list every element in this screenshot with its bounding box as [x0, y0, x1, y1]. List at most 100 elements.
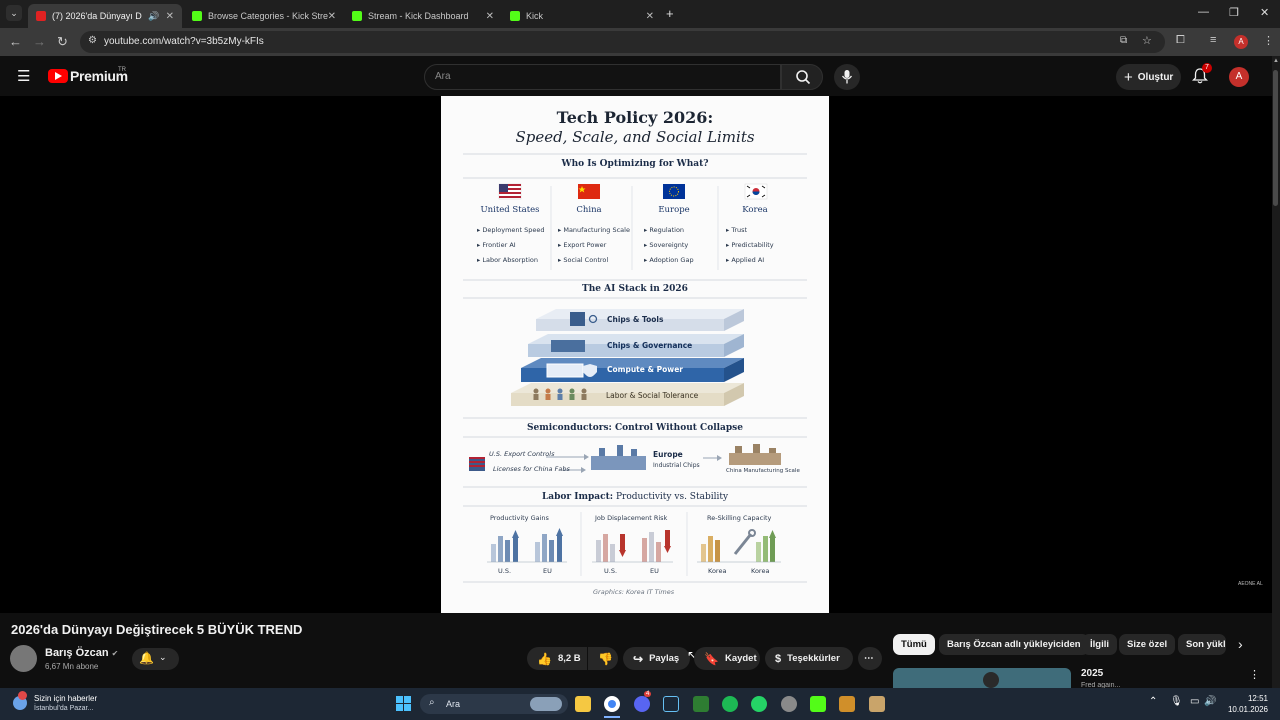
more-icon: ⋯ — [864, 653, 874, 664]
thanks-button[interactable]: $ Teşekkürler — [765, 647, 853, 670]
scroll-up-icon[interactable]: ▲ — [1273, 58, 1279, 64]
tab-close-icon[interactable]: ✕ — [166, 11, 174, 22]
labor-label-us-2: U.S. — [604, 567, 618, 575]
recommendation-menu-icon[interactable]: ⋮ — [1249, 668, 1260, 681]
account-avatar[interactable]: A — [1229, 67, 1249, 87]
building-icon — [546, 363, 584, 378]
forward-icon[interactable]: → — [33, 34, 46, 49]
semis-china-scale: China Manufacturing Scale — [726, 468, 800, 474]
share-button[interactable]: ↪ Paylaş — [623, 647, 690, 670]
tray-chevron-icon[interactable]: ⌃ — [1149, 696, 1157, 707]
new-tab-icon[interactable]: + — [666, 6, 674, 21]
tab-title: (7) 2026'da Dünyayı Değişt — [52, 11, 142, 21]
discord-icon[interactable] — [634, 696, 650, 712]
back-icon[interactable]: ← — [9, 34, 22, 49]
reload-icon[interactable]: ↻ — [57, 34, 68, 50]
tab-close-icon[interactable]: ✕ — [646, 11, 654, 22]
speaker-icon[interactable]: 🔊 — [148, 11, 159, 22]
site-info-icon[interactable]: ⚙ — [88, 35, 97, 46]
voice-search-button[interactable] — [834, 64, 860, 90]
tab-search-icon[interactable]: ⌄ — [6, 5, 22, 21]
microphone-icon — [841, 70, 853, 84]
tab-close-icon[interactable]: ✕ — [486, 11, 494, 22]
video-player[interactable]: Tech Policy 2026: Speed, Scale, and Soci… — [0, 96, 1272, 613]
notification-badge: 7 — [1202, 63, 1212, 73]
like-count: 8,2 B — [557, 653, 581, 664]
chrome-active-indicator — [604, 716, 620, 718]
maximize-icon[interactable]: ❐ — [1229, 6, 1239, 19]
volume-icon[interactable]: 🔊 — [1204, 696, 1216, 707]
video-title: 2026'da Dünyayı Değiştirecek 5 BÜYÜK TRE… — [11, 622, 303, 637]
verified-icon: ✔ — [111, 649, 119, 658]
china-flag-icon — [578, 184, 600, 199]
chip-recent[interactable]: Son yükl — [1178, 634, 1226, 655]
windows-start-icon[interactable] — [396, 696, 412, 712]
tab-kick-browse[interactable]: Browse Categories - Kick Stream ✕ — [184, 4, 344, 28]
app-icon-3[interactable] — [869, 696, 885, 712]
youtube-logo-icon[interactable] — [48, 69, 68, 83]
news-subtitle[interactable]: İstanbul'da Pazar... — [34, 705, 93, 712]
search-button[interactable] — [781, 64, 823, 90]
notifications-button[interactable]: 7 — [1191, 63, 1212, 86]
like-button[interactable]: 👍 8,2 B — [527, 647, 587, 670]
korea-item-1: ▸ Trust — [726, 226, 748, 234]
search-input[interactable]: Ara — [424, 64, 781, 90]
chevron-right-icon[interactable]: › — [1238, 636, 1243, 652]
recommendation-thumbnail[interactable] — [893, 668, 1071, 688]
minimize-icon[interactable]: — — [1198, 6, 1209, 18]
clock-date[interactable]: 10.01.2026 — [1224, 705, 1268, 714]
news-title[interactable]: Sizin için haberler — [34, 694, 97, 703]
europe-item-3: ▸ Adoption Gap — [644, 256, 694, 264]
chip-all[interactable]: Tümü — [893, 634, 935, 655]
save-button[interactable]: 🔖 Kaydet — [694, 647, 760, 670]
address-bar[interactable]: ⚙ youtube.com/watch?v=3b5zMy-kFIs ⧉ ☆ — [80, 31, 1165, 53]
tray-mic-icon[interactable]: 🎙 — [1170, 696, 1183, 707]
extensions-icon[interactable]: ⧠ — [1176, 34, 1185, 47]
bookmark-star-icon[interactable]: ☆ — [1142, 34, 1152, 47]
file-explorer-icon[interactable] — [575, 696, 591, 712]
video-frame-infographic: Tech Policy 2026: Speed, Scale, and Soci… — [441, 96, 829, 613]
dislike-button[interactable]: 👎 — [588, 647, 618, 670]
channel-name[interactable]: Barış Özcan ✔ — [45, 647, 118, 659]
infographic-subtitle: Speed, Scale, and Social Limits — [515, 128, 755, 146]
thumbs-down-icon: 👎 — [598, 651, 613, 666]
kick-favicon-icon — [192, 11, 202, 21]
window-close-icon[interactable]: ✕ — [1260, 6, 1269, 19]
clock-time[interactable]: 12:51 — [1228, 694, 1268, 703]
taskbar-search[interactable]: ⌕ Ara — [420, 694, 568, 714]
europe-item-1: ▸ Regulation — [644, 226, 685, 234]
scrollbar-thumb[interactable] — [1273, 70, 1278, 206]
channel-avatar[interactable] — [10, 645, 37, 672]
subscription-bell-button[interactable]: 🔔 ⌄ — [132, 648, 179, 670]
search-placeholder: Ara — [435, 71, 451, 82]
kick-app-icon[interactable] — [810, 696, 826, 712]
network-icon[interactable]: ▭ — [1190, 696, 1199, 707]
steam-icon[interactable] — [663, 696, 679, 712]
recommendation-title[interactable]: 2025 — [1081, 668, 1103, 679]
url-text[interactable]: youtube.com/watch?v=3b5zMy-kFIs — [104, 36, 264, 47]
chip-related[interactable]: İlgili — [1082, 634, 1117, 655]
tab-kick-dashboard[interactable]: Stream - Kick Dashboard ✕ — [344, 4, 502, 28]
profile-avatar[interactable]: A — [1234, 35, 1248, 49]
spotify-icon[interactable] — [722, 696, 738, 712]
tab-kick[interactable]: Kick ✕ — [502, 4, 662, 28]
chip-uploader[interactable]: Barış Özcan adlı yükleyiciden — [939, 634, 1089, 655]
media-icon[interactable]: ≡ — [1210, 34, 1216, 46]
tab-youtube[interactable]: (7) 2026'da Dünyayı Değişt 🔊 ✕ — [28, 4, 182, 28]
more-actions-button[interactable]: ⋯ — [858, 647, 882, 670]
whatsapp-icon[interactable] — [751, 696, 767, 712]
browser-menu-icon[interactable]: ⋮ — [1263, 34, 1274, 47]
section-who: Who Is Optimizing for What? — [561, 159, 709, 169]
create-button[interactable]: + Oluştur — [1116, 64, 1181, 90]
share-icon: ↪ — [633, 651, 644, 666]
menu-icon[interactable]: ☰ — [17, 67, 30, 85]
chrome-icon[interactable] — [604, 696, 620, 712]
tab-close-icon[interactable]: ✕ — [328, 11, 336, 22]
app-icon-2[interactable] — [839, 696, 855, 712]
app-icon[interactable] — [693, 696, 709, 712]
install-app-icon[interactable]: ⧉ — [1120, 35, 1127, 46]
chip-for-you[interactable]: Size özel — [1119, 634, 1176, 655]
labor-label-korea-2: Korea — [751, 567, 770, 575]
obs-icon[interactable] — [781, 696, 797, 712]
region-code: TR — [118, 67, 126, 73]
